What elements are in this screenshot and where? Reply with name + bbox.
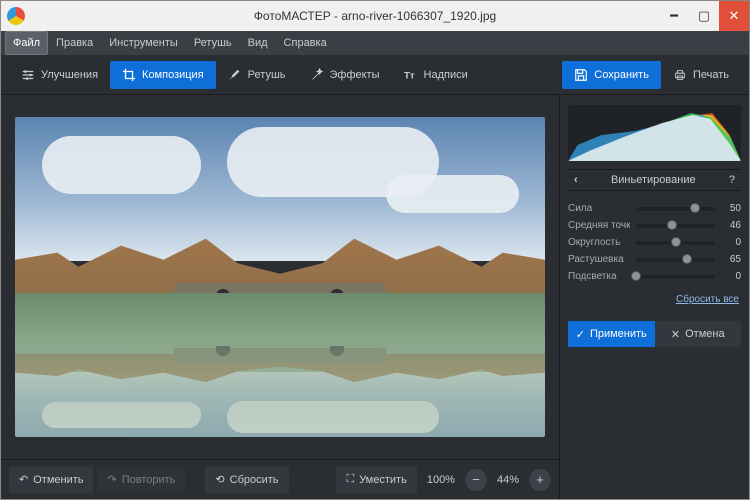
redo-icon: ↷: [107, 473, 116, 486]
slider-group: Сила 50 Средняя точка 46 Округлость 0 Ра…: [568, 199, 741, 282]
toolbar: Улучшения Композиция Ретушь Эффекты Tт Н…: [1, 55, 749, 95]
undo-icon: ↶: [19, 473, 28, 486]
save-icon: [574, 68, 588, 82]
menubar: Файл Правка Инструменты Ретушь Вид Справ…: [1, 31, 749, 55]
slider-thumb[interactable]: [690, 203, 700, 213]
crop-icon: [122, 68, 136, 82]
save-label: Сохранить: [594, 69, 649, 81]
slider-track[interactable]: [636, 241, 715, 245]
cancel-button[interactable]: ✕ Отмена: [655, 321, 742, 347]
zoom-value: 44%: [491, 474, 525, 486]
close-icon: ✕: [671, 328, 680, 341]
menu-file[interactable]: Файл: [5, 31, 48, 55]
slider-track[interactable]: [636, 258, 715, 262]
minimize-button[interactable]: ━: [659, 1, 689, 31]
text-icon: Tт: [404, 68, 418, 82]
main-body: ↶ Отменить ↷ Повторить ⟲ Сбросить ⛶ Умес…: [1, 95, 749, 499]
tab-effects[interactable]: Эффекты: [298, 61, 392, 89]
redo-button[interactable]: ↷ Повторить: [97, 467, 185, 493]
tab-label: Надписи: [424, 69, 468, 81]
menu-help[interactable]: Справка: [276, 31, 335, 55]
slider-strength: Сила 50: [568, 203, 741, 214]
slider-track[interactable]: [636, 207, 715, 211]
menu-view[interactable]: Вид: [240, 31, 276, 55]
tab-text[interactable]: Tт Надписи: [392, 61, 480, 89]
fit-button[interactable]: ⛶ Уместить: [336, 467, 416, 493]
close-button[interactable]: ✕: [719, 1, 749, 31]
zoom-in-button[interactable]: +: [529, 469, 551, 491]
bottombar: ↶ Отменить ↷ Повторить ⟲ Сбросить ⛶ Умес…: [1, 459, 559, 499]
wand-icon: [310, 68, 324, 82]
undo-label: Отменить: [33, 474, 83, 486]
apply-button[interactable]: ✓ Применить: [568, 321, 655, 347]
slider-thumb[interactable]: [631, 271, 641, 281]
side-panel: ‹ Виньетирование ? Сила 50 Средняя точка…: [559, 95, 749, 499]
slider-roundness: Округлость 0: [568, 237, 741, 248]
reset-all-link[interactable]: Сбросить все: [568, 290, 741, 309]
print-button[interactable]: Печать: [661, 61, 741, 89]
panel-help-button[interactable]: ?: [725, 174, 739, 186]
check-icon: ✓: [576, 328, 585, 341]
menu-tools[interactable]: Инструменты: [101, 31, 186, 55]
print-label: Печать: [693, 69, 729, 81]
sliders-icon: [21, 68, 35, 82]
slider-track[interactable]: [636, 275, 715, 279]
tab-composition[interactable]: Композиция: [110, 61, 216, 89]
app-icon: [7, 7, 25, 25]
titlebar: ФотоМАСТЕР - arno-river-1066307_1920.jpg…: [1, 1, 749, 31]
panel-back-button[interactable]: ‹: [570, 174, 582, 186]
tab-label: Эффекты: [330, 69, 380, 81]
panel-header: ‹ Виньетирование ?: [568, 169, 741, 191]
tab-retouch[interactable]: Ретушь: [216, 61, 298, 89]
slider-highlight: Подсветка 0: [568, 271, 741, 282]
fit-icon: ⛶: [346, 473, 354, 486]
slider-thumb[interactable]: [667, 220, 677, 230]
canvas-wrap: [1, 95, 559, 459]
window-controls: ━ ▢ ✕: [659, 1, 749, 31]
fit-label: Уместить: [359, 474, 407, 486]
tab-enhancements[interactable]: Улучшения: [9, 61, 110, 89]
panel-title: Виньетирование: [611, 174, 696, 186]
reset-label: Сбросить: [230, 474, 279, 486]
zoom-out-button[interactable]: −: [465, 469, 487, 491]
tab-label: Улучшения: [41, 69, 98, 81]
reset-button[interactable]: ⟲ Сбросить: [205, 467, 288, 493]
redo-label: Повторить: [122, 474, 176, 486]
menu-retouch[interactable]: Ретушь: [186, 31, 240, 55]
zoom-100[interactable]: 100%: [421, 474, 461, 486]
maximize-button[interactable]: ▢: [689, 1, 719, 31]
slider-thumb[interactable]: [671, 237, 681, 247]
slider-track[interactable]: [636, 224, 715, 228]
tab-label: Ретушь: [248, 69, 286, 81]
print-icon: [673, 68, 687, 82]
brush-icon: [228, 68, 242, 82]
app-window: ФотоМАСТЕР - arno-river-1066307_1920.jpg…: [0, 0, 750, 500]
image-preview[interactable]: [15, 117, 545, 437]
reset-icon: ⟲: [215, 473, 224, 486]
slider-midpoint: Средняя точка 46: [568, 220, 741, 231]
histogram: [568, 105, 741, 161]
svg-text:Tт: Tт: [404, 70, 415, 81]
window-title: ФотоМАСТЕР - arno-river-1066307_1920.jpg: [1, 9, 749, 23]
panel-actions: ✓ Применить ✕ Отмена: [568, 321, 741, 347]
slider-feather: Растушевка 65: [568, 254, 741, 265]
slider-thumb[interactable]: [682, 254, 692, 264]
menu-edit[interactable]: Правка: [48, 31, 101, 55]
canvas-area: ↶ Отменить ↷ Повторить ⟲ Сбросить ⛶ Умес…: [1, 95, 559, 499]
tab-label: Композиция: [142, 69, 204, 81]
save-button[interactable]: Сохранить: [562, 61, 661, 89]
undo-button[interactable]: ↶ Отменить: [9, 467, 93, 493]
